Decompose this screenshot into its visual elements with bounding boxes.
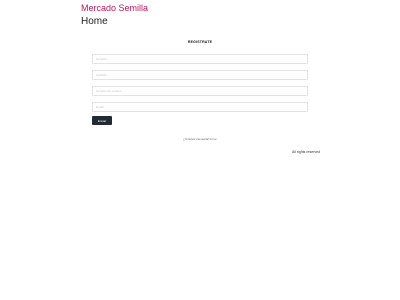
- last-name-input[interactable]: [92, 70, 308, 80]
- login-prompt-text: ¿Ya tienes una cuenta?: [183, 138, 210, 141]
- brand-title[interactable]: Mercado Semilla: [81, 3, 148, 13]
- footer-copyright: All rights reserved: [292, 150, 321, 154]
- submit-button[interactable]: Enviar: [92, 116, 112, 125]
- login-link[interactable]: Entrar: [210, 138, 217, 141]
- username-input[interactable]: [92, 86, 308, 96]
- page-title: Home: [81, 16, 108, 27]
- login-prompt-line: ¿Ya tienes una cuenta? Entrar: [0, 138, 400, 141]
- first-name-input[interactable]: [92, 54, 308, 64]
- email-input[interactable]: [92, 102, 308, 112]
- form-heading: REGISTRATE: [187, 40, 213, 44]
